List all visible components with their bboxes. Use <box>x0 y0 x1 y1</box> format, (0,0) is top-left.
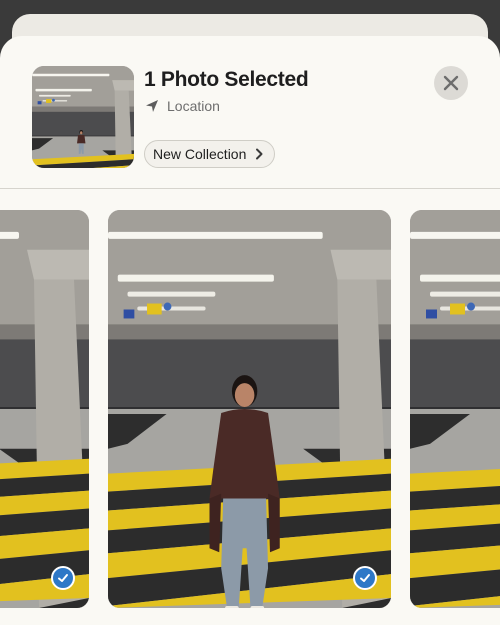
photo-card-center[interactable] <box>108 210 391 608</box>
photo-carousel <box>0 210 500 608</box>
header-divider <box>0 188 500 189</box>
photo-card-left[interactable] <box>0 210 89 608</box>
location-label: Location <box>167 98 220 114</box>
selected-photo-thumbnail[interactable] <box>32 66 134 168</box>
thumbnail-image <box>32 66 134 168</box>
selected-checkmark-center[interactable] <box>353 566 377 590</box>
page-title: 1 Photo Selected <box>144 68 309 91</box>
checkmark-icon <box>360 574 370 582</box>
photo-center <box>108 210 391 608</box>
close-icon <box>443 75 459 91</box>
photo-left <box>0 210 89 608</box>
location-arrow-icon <box>146 100 158 112</box>
selection-header: 1 Photo Selected Location New Collection <box>0 36 500 188</box>
photo-card-right[interactable] <box>410 210 500 608</box>
location-row[interactable]: Location <box>144 98 220 114</box>
selection-sheet: 1 Photo Selected Location New Collection <box>0 36 500 625</box>
chevron-right-icon <box>256 148 263 160</box>
new-collection-label: New Collection <box>153 146 247 162</box>
close-button[interactable] <box>434 66 468 100</box>
photo-right <box>410 210 500 608</box>
checkmark-icon <box>58 574 68 582</box>
new-collection-button[interactable]: New Collection <box>144 140 276 168</box>
selected-checkmark-left[interactable] <box>51 566 75 590</box>
